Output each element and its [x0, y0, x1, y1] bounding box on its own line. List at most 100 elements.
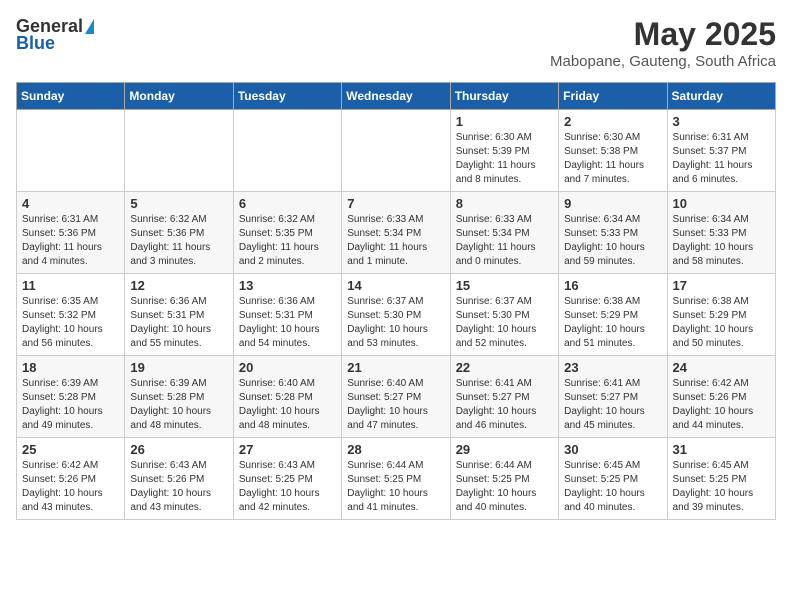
- day-info: Sunrise: 6:43 AMSunset: 5:25 PMDaylight:…: [239, 459, 336, 515]
- day-info: Sunrise: 6:40 AMSunset: 5:27 PMDaylight:…: [347, 377, 444, 433]
- calendar-cell: 16 Sunrise: 6:38 AMSunset: 5:29 PMDayligh…: [559, 274, 667, 356]
- day-info: Sunrise: 6:33 AMSunset: 5:34 PMDaylight:…: [347, 213, 444, 269]
- day-info: Sunrise: 6:32 AMSunset: 5:35 PMDaylight:…: [239, 213, 336, 269]
- calendar-cell: 10Sunrise: 6:34 AMSunset: 5:33 PMDayligh…: [667, 192, 775, 274]
- calendar-cell: 28Sunrise: 6:44 AMSunset: 5:25 PMDayligh…: [342, 438, 450, 520]
- day-info: Sunrise: 6:45 AMSunset: 5:25 PMDaylight:…: [673, 459, 770, 515]
- day-number: 27: [239, 442, 336, 457]
- calendar-cell: 31 Sunrise: 6:45 AMSunset: 5:25 PMDayligh…: [667, 438, 775, 520]
- calendar-week-1: 1Sunrise: 6:30 AMSunset: 5:39 PMDaylight…: [17, 110, 776, 192]
- calendar-cell: 6 Sunrise: 6:32 AMSunset: 5:35 PMDaylight…: [233, 192, 341, 274]
- calendar-cell: 3 Sunrise: 6:31 AMSunset: 5:37 PMDaylight…: [667, 110, 775, 192]
- weekday-header-friday: Friday: [559, 83, 667, 110]
- day-number: 25: [22, 442, 119, 457]
- weekday-header-row: SundayMondayTuesdayWednesdayThursdayFrid…: [17, 83, 776, 110]
- day-info: Sunrise: 6:41 AMSunset: 5:27 PMDaylight:…: [456, 377, 553, 433]
- day-number: 30: [564, 442, 661, 457]
- logo: General Blue: [16, 16, 94, 54]
- calendar-cell: 4Sunrise: 6:31 AMSunset: 5:36 PMDaylight…: [17, 192, 125, 274]
- day-info: Sunrise: 6:44 AMSunset: 5:25 PMDaylight:…: [456, 459, 553, 515]
- day-number: 20: [239, 360, 336, 375]
- day-info: Sunrise: 6:37 AMSunset: 5:30 PMDaylight:…: [456, 295, 553, 351]
- day-number: 3: [673, 114, 770, 129]
- day-info: Sunrise: 6:36 AMSunset: 5:31 PMDaylight:…: [130, 295, 227, 351]
- weekday-header-saturday: Saturday: [667, 83, 775, 110]
- day-number: 16: [564, 278, 661, 293]
- day-info: Sunrise: 6:32 AMSunset: 5:36 PMDaylight:…: [130, 213, 227, 269]
- day-info: Sunrise: 6:43 AMSunset: 5:26 PMDaylight:…: [130, 459, 227, 515]
- day-number: 23: [564, 360, 661, 375]
- calendar-cell: 22 Sunrise: 6:41 AMSunset: 5:27 PMDayligh…: [450, 356, 558, 438]
- day-number: 6: [239, 196, 336, 211]
- title-block: May 2025 Mabopane, Gauteng, South Africa: [550, 16, 776, 70]
- day-info: Sunrise: 6:30 AMSunset: 5:39 PMDaylight:…: [456, 131, 553, 187]
- day-info: Sunrise: 6:34 AMSunset: 5:33 PMDaylight:…: [564, 213, 661, 269]
- day-number: 14: [347, 278, 444, 293]
- day-info: Sunrise: 6:39 AMSunset: 5:28 PMDaylight:…: [22, 377, 119, 433]
- calendar-cell: 8 Sunrise: 6:33 AMSunset: 5:34 PMDaylight…: [450, 192, 558, 274]
- calendar-cell: 27 Sunrise: 6:43 AMSunset: 5:25 PMDayligh…: [233, 438, 341, 520]
- day-number: 31: [673, 442, 770, 457]
- calendar-cell: 1Sunrise: 6:30 AMSunset: 5:39 PMDaylight…: [450, 110, 558, 192]
- calendar-cell: 30 Sunrise: 6:45 AMSunset: 5:25 PMDayligh…: [559, 438, 667, 520]
- day-number: 18: [22, 360, 119, 375]
- day-number: 22: [456, 360, 553, 375]
- day-info: Sunrise: 6:33 AMSunset: 5:34 PMDaylight:…: [456, 213, 553, 269]
- day-info: Sunrise: 6:42 AMSunset: 5:26 PMDaylight:…: [22, 459, 119, 515]
- day-number: 13: [239, 278, 336, 293]
- day-info: Sunrise: 6:31 AMSunset: 5:37 PMDaylight:…: [673, 131, 770, 187]
- calendar-cell: 5 Sunrise: 6:32 AMSunset: 5:36 PMDaylight…: [125, 192, 233, 274]
- day-info: Sunrise: 6:34 AMSunset: 5:33 PMDaylight:…: [673, 213, 770, 269]
- day-number: 12: [130, 278, 227, 293]
- day-info: Sunrise: 6:38 AMSunset: 5:29 PMDaylight:…: [673, 295, 770, 351]
- day-number: 24: [673, 360, 770, 375]
- day-info: Sunrise: 6:36 AMSunset: 5:31 PMDaylight:…: [239, 295, 336, 351]
- calendar-cell: 26 Sunrise: 6:43 AMSunset: 5:26 PMDayligh…: [125, 438, 233, 520]
- weekday-header-monday: Monday: [125, 83, 233, 110]
- location-subtitle: Mabopane, Gauteng, South Africa: [550, 53, 776, 70]
- day-info: Sunrise: 6:45 AMSunset: 5:25 PMDaylight:…: [564, 459, 661, 515]
- calendar-cell: [342, 110, 450, 192]
- day-info: Sunrise: 6:37 AMSunset: 5:30 PMDaylight:…: [347, 295, 444, 351]
- day-number: 29: [456, 442, 553, 457]
- calendar-cell: 24 Sunrise: 6:42 AMSunset: 5:26 PMDayligh…: [667, 356, 775, 438]
- day-info: Sunrise: 6:40 AMSunset: 5:28 PMDaylight:…: [239, 377, 336, 433]
- logo-blue-text: Blue: [16, 33, 55, 54]
- calendar-cell: 18 Sunrise: 6:39 AMSunset: 5:28 PMDayligh…: [17, 356, 125, 438]
- day-number: 9: [564, 196, 661, 211]
- calendar-cell: 7 Sunrise: 6:33 AMSunset: 5:34 PMDaylight…: [342, 192, 450, 274]
- calendar-cell: 17 Sunrise: 6:38 AMSunset: 5:29 PMDayligh…: [667, 274, 775, 356]
- weekday-header-wednesday: Wednesday: [342, 83, 450, 110]
- day-number: 4: [22, 196, 119, 211]
- day-info: Sunrise: 6:42 AMSunset: 5:26 PMDaylight:…: [673, 377, 770, 433]
- logo-arrow-icon: [85, 19, 94, 34]
- calendar-cell: 13 Sunrise: 6:36 AMSunset: 5:31 PMDayligh…: [233, 274, 341, 356]
- day-number: 7: [347, 196, 444, 211]
- page-header: General Blue May 2025 Mabopane, Gauteng,…: [16, 16, 776, 70]
- day-info: Sunrise: 6:38 AMSunset: 5:29 PMDaylight:…: [564, 295, 661, 351]
- calendar-week-3: 11Sunrise: 6:35 AMSunset: 5:32 PMDayligh…: [17, 274, 776, 356]
- weekday-header-sunday: Sunday: [17, 83, 125, 110]
- day-number: 17: [673, 278, 770, 293]
- calendar-cell: 25 Sunrise: 6:42 AMSunset: 5:26 PMDayligh…: [17, 438, 125, 520]
- day-info: Sunrise: 6:41 AMSunset: 5:27 PMDaylight:…: [564, 377, 661, 433]
- weekday-header-tuesday: Tuesday: [233, 83, 341, 110]
- day-number: 5: [130, 196, 227, 211]
- day-number: 15: [456, 278, 553, 293]
- day-info: Sunrise: 6:39 AMSunset: 5:28 PMDaylight:…: [130, 377, 227, 433]
- calendar-week-5: 25 Sunrise: 6:42 AMSunset: 5:26 PMDayligh…: [17, 438, 776, 520]
- calendar-cell: [125, 110, 233, 192]
- day-info: Sunrise: 6:30 AMSunset: 5:38 PMDaylight:…: [564, 131, 661, 187]
- calendar-cell: 23 Sunrise: 6:41 AMSunset: 5:27 PMDayligh…: [559, 356, 667, 438]
- calendar-cell: 15 Sunrise: 6:37 AMSunset: 5:30 PMDayligh…: [450, 274, 558, 356]
- calendar-cell: 2 Sunrise: 6:30 AMSunset: 5:38 PMDaylight…: [559, 110, 667, 192]
- day-number: 8: [456, 196, 553, 211]
- month-year-title: May 2025: [550, 16, 776, 53]
- day-number: 26: [130, 442, 227, 457]
- calendar-cell: 12 Sunrise: 6:36 AMSunset: 5:31 PMDayligh…: [125, 274, 233, 356]
- day-number: 2: [564, 114, 661, 129]
- calendar-week-2: 4Sunrise: 6:31 AMSunset: 5:36 PMDaylight…: [17, 192, 776, 274]
- calendar-cell: 11Sunrise: 6:35 AMSunset: 5:32 PMDayligh…: [17, 274, 125, 356]
- calendar-cell: [17, 110, 125, 192]
- calendar-body: 1Sunrise: 6:30 AMSunset: 5:39 PMDaylight…: [17, 110, 776, 520]
